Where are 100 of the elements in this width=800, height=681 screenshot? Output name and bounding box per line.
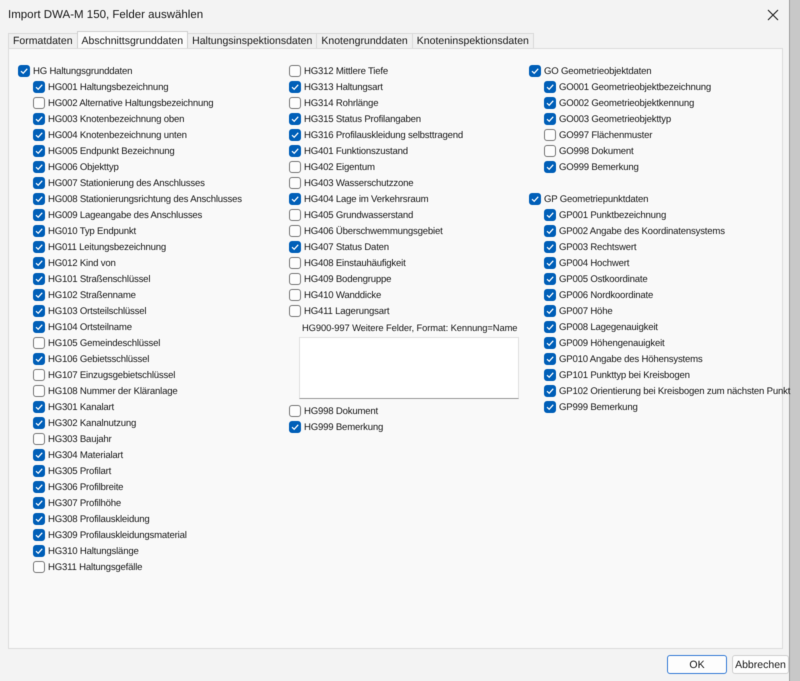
checkbox[interactable]	[289, 161, 301, 173]
checkbox-option[interactable]: HG011 Leitungsbezeichnung	[18, 239, 280, 255]
checkbox-option[interactable]: HG305 Profilart	[18, 463, 280, 479]
checkbox-option[interactable]: HG301 Kanalart	[18, 399, 280, 415]
checkbox-option[interactable]: GP005 Ostkoordinate	[529, 271, 790, 287]
checkbox-option[interactable]: HG304 Materialart	[18, 447, 280, 463]
tab[interactable]: Formatdaten	[8, 33, 78, 48]
checkbox-option[interactable]: HG003 Knotenbezeichnung oben	[18, 111, 280, 127]
checkbox[interactable]	[33, 401, 45, 413]
checkbox[interactable]	[33, 561, 45, 573]
checkbox[interactable]	[33, 481, 45, 493]
checkbox-option[interactable]: GP007 Höhe	[529, 303, 790, 319]
checkbox[interactable]	[33, 289, 45, 301]
checkbox-option[interactable]: GP010 Angabe des Höhensystems	[529, 351, 790, 367]
checkbox-option[interactable]: HG409 Bodengruppe	[289, 271, 529, 287]
checkbox[interactable]	[544, 305, 556, 317]
checkbox-option[interactable]: HG405 Grundwasserstand	[289, 207, 529, 223]
checkbox[interactable]	[289, 257, 301, 269]
checkbox[interactable]	[33, 177, 45, 189]
checkbox-option[interactable]: GP102 Orientierung bei Kreisbogen zum nächsten Punkt	[529, 383, 790, 399]
checkbox[interactable]	[289, 65, 301, 77]
checkbox-option[interactable]: HG309 Profilauskleidungsmaterial	[18, 527, 280, 543]
checkbox-option[interactable]: HG314 Rohrlänge	[289, 95, 529, 111]
checkbox[interactable]	[33, 161, 45, 173]
tab[interactable]: Haltungsinspektionsdaten	[187, 33, 318, 48]
checkbox-option[interactable]: HG407 Status Daten	[289, 239, 529, 255]
checkbox[interactable]	[544, 385, 556, 397]
checkbox-option[interactable]: GO001 Geometrieobjektbezeichnung	[529, 79, 790, 95]
checkbox[interactable]	[289, 273, 301, 285]
checkbox-option[interactable]: GP009 Höhengenauigkeit	[529, 335, 790, 351]
checkbox[interactable]	[289, 241, 301, 253]
checkbox[interactable]	[544, 81, 556, 93]
checkbox[interactable]	[289, 209, 301, 221]
checkbox-option[interactable]: HG002 Alternative Haltungsbezeichnung	[18, 95, 280, 111]
checkbox[interactable]	[544, 209, 556, 221]
checkbox[interactable]	[544, 337, 556, 349]
checkbox[interactable]	[33, 113, 45, 125]
checkbox-option[interactable]: HG311 Haltungsgefälle	[18, 559, 280, 575]
checkbox[interactable]	[289, 421, 301, 433]
checkbox[interactable]	[544, 369, 556, 381]
checkbox[interactable]	[544, 145, 556, 157]
checkbox[interactable]	[289, 145, 301, 157]
checkbox-option[interactable]: HG102 Straßenname	[18, 287, 280, 303]
checkbox-option[interactable]: HG101 Straßenschlüssel	[18, 271, 280, 287]
checkbox-option[interactable]: HG104 Ortsteilname	[18, 319, 280, 335]
checkbox-option[interactable]: HG404 Lage im Verkehrsraum	[289, 191, 529, 207]
checkbox[interactable]	[33, 353, 45, 365]
checkbox[interactable]	[544, 273, 556, 285]
checkbox[interactable]	[33, 369, 45, 381]
checkbox[interactable]	[544, 225, 556, 237]
checkbox-option[interactable]: HG105 Gemeindeschlüssel	[18, 335, 280, 351]
checkbox[interactable]	[544, 257, 556, 269]
checkbox[interactable]	[289, 305, 301, 317]
checkbox[interactable]	[544, 321, 556, 333]
checkbox[interactable]	[544, 289, 556, 301]
checkbox-option[interactable]: HG012 Kind von	[18, 255, 280, 271]
checkbox[interactable]	[33, 209, 45, 221]
checkbox-option[interactable]: HG302 Kanalnutzung	[18, 415, 280, 431]
checkbox[interactable]	[289, 97, 301, 109]
checkbox-option[interactable]: HG998 Dokument	[289, 403, 529, 419]
checkbox[interactable]	[544, 129, 556, 141]
checkbox-option[interactable]: HG316 Profilauskleidung selbsttragend	[289, 127, 529, 143]
checkbox[interactable]	[544, 113, 556, 125]
checkbox-option[interactable]: HG307 Profilhöhe	[18, 495, 280, 511]
checkbox[interactable]	[289, 289, 301, 301]
checkbox-option[interactable]: HG403 Wasserschutzzone	[289, 175, 529, 191]
tab[interactable]: Abschnittsgrunddaten	[76, 31, 188, 48]
checkbox[interactable]	[544, 97, 556, 109]
checkbox-option[interactable]: HG008 Stationierungsrichtung des Anschlusses	[18, 191, 280, 207]
checkbox[interactable]	[33, 241, 45, 253]
checkbox[interactable]	[33, 385, 45, 397]
checkbox-option[interactable]: GP002 Angabe des Koordinatensystems	[529, 223, 790, 239]
checkbox-option[interactable]: HG315 Status Profilangaben	[289, 111, 529, 127]
checkbox[interactable]	[289, 225, 301, 237]
checkbox[interactable]	[33, 225, 45, 237]
checkbox-option[interactable]: HG401 Funktionszustand	[289, 143, 529, 159]
dialog-button[interactable]: OK	[667, 655, 727, 674]
checkbox-option[interactable]: HG313 Haltungsart	[289, 79, 529, 95]
checkbox[interactable]	[33, 529, 45, 541]
checkbox[interactable]	[289, 113, 301, 125]
checkbox-option[interactable]: GO997 Flächenmuster	[529, 127, 790, 143]
checkbox-option[interactable]: HG107 Einzugsgebietschlüssel	[18, 367, 280, 383]
checkbox-option[interactable]: GO002 Geometrieobjektkennung	[529, 95, 790, 111]
checkbox[interactable]	[529, 193, 541, 205]
checkbox[interactable]	[289, 405, 301, 417]
checkbox[interactable]	[289, 193, 301, 205]
checkbox-option[interactable]: HG004 Knotenbezeichnung unten	[18, 127, 280, 143]
checkbox-option[interactable]: HG007 Stationierung des Anschlusses	[18, 175, 280, 191]
checkbox[interactable]	[33, 449, 45, 461]
checkbox-option[interactable]: GP001 Punktbezeichnung	[529, 207, 790, 223]
checkbox-option[interactable]: HG009 Lageangabe des Anschlusses	[18, 207, 280, 223]
checkbox[interactable]	[33, 417, 45, 429]
checkbox-option[interactable]: HG306 Profilbreite	[18, 479, 280, 495]
checkbox[interactable]	[33, 513, 45, 525]
checkbox-option[interactable]: GP003 Rechtswert	[529, 239, 790, 255]
checkbox-option[interactable]: GP999 Bemerkung	[529, 399, 790, 415]
checkbox-option[interactable]: HG106 Gebietsschlüssel	[18, 351, 280, 367]
checkbox-option[interactable]: HG999 Bemerkung	[289, 419, 529, 435]
checkbox[interactable]	[544, 241, 556, 253]
checkbox[interactable]	[33, 145, 45, 157]
